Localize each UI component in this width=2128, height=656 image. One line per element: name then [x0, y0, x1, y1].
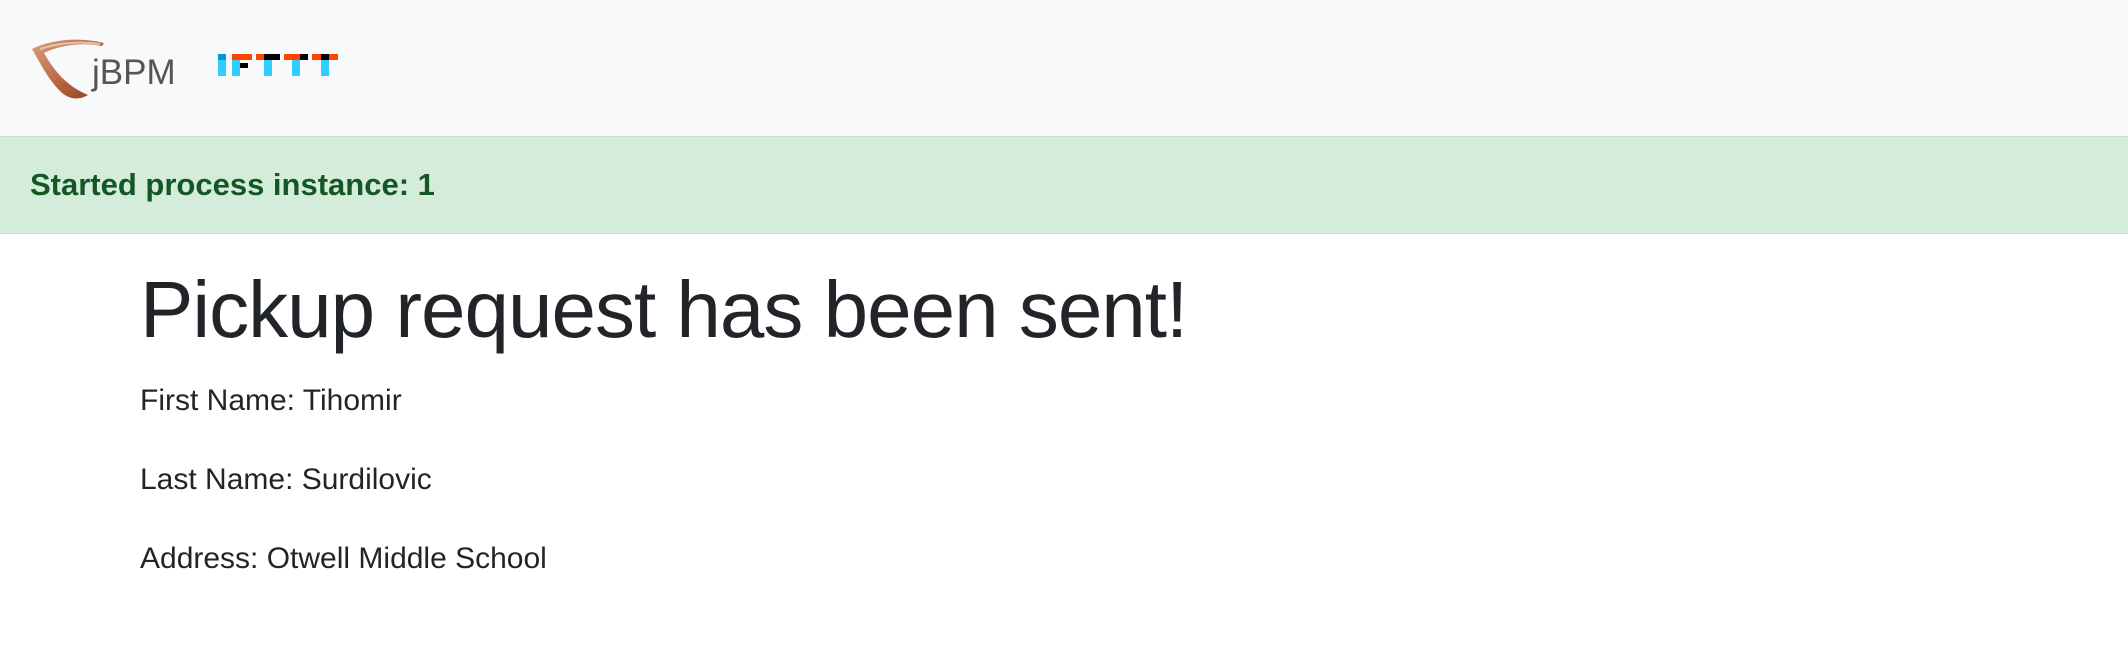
- main-content: Pickup request has been sent! First Name…: [0, 234, 2128, 576]
- alert-message: Started process instance: 1: [30, 167, 435, 202]
- success-alert: Started process instance: 1: [0, 136, 2128, 234]
- ifttt-logo-icon: [217, 54, 338, 76]
- jbpm-logo-link[interactable]: jBPM: [30, 33, 176, 103]
- top-navbar: jBPM: [0, 0, 2128, 136]
- address-text: Address: Otwell Middle School: [140, 542, 547, 575]
- first-name-text: First Name: Tihomir: [140, 384, 402, 417]
- page-title: Pickup request has been sent!: [140, 265, 1188, 354]
- brand-text: jBPM: [92, 53, 176, 92]
- ifttt-logo-link[interactable]: [217, 52, 340, 78]
- last-name-text: Last Name: Surdilovic: [140, 463, 432, 496]
